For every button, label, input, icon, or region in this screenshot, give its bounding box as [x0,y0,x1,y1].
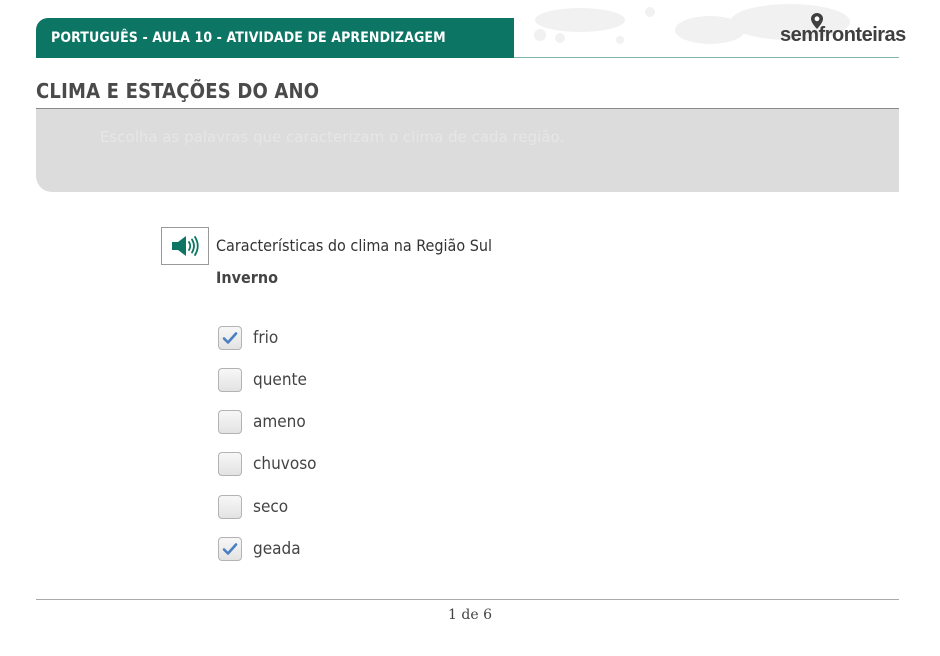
option-frio[interactable]: frio [218,325,518,351]
lesson-title-bar: PORTUGUÊS - AULA 10 - ATIVIDADE DE APREN… [36,18,514,58]
option-label: geada [253,539,301,559]
option-label: quente [253,370,307,390]
checkmark-icon [222,332,238,344]
option-ameno[interactable]: ameno [218,409,518,435]
footer-divider [36,599,899,600]
logo-text: semfronteiras [780,24,906,46]
question-season: Inverno [216,268,278,287]
brand-logo: semfronteiras [780,13,906,48]
checkbox-frio[interactable] [218,326,242,350]
question-label: Características do clima na Região Sul [216,236,492,255]
option-label: ameno [253,412,306,432]
checkbox-ameno[interactable] [218,410,242,434]
checkbox-chuvoso[interactable] [218,452,242,476]
page-title: CLIMA E ESTAÇÕES DO ANO [36,79,320,103]
checkbox-seco[interactable] [218,495,242,519]
option-seco[interactable]: seco [218,494,518,520]
option-label: chuvoso [253,454,317,474]
option-quente[interactable]: quente [218,367,518,393]
page-counter: 1 de 6 [448,607,492,623]
audio-play-button[interactable] [161,227,209,265]
checkmark-icon [222,543,238,555]
option-label: frio [253,328,279,348]
option-chuvoso[interactable]: chuvoso [218,451,518,477]
option-geada[interactable]: geada [218,536,518,562]
lesson-title: PORTUGUÊS - AULA 10 - ATIVIDADE DE APREN… [51,30,446,46]
instruction-text: Escolha as palavras que caracterizam o c… [100,128,565,146]
instruction-box: Escolha as palavras que caracterizam o c… [36,109,899,192]
option-label: seco [253,497,289,517]
checkbox-quente[interactable] [218,368,242,392]
speaker-icon [172,236,199,256]
checkbox-geada[interactable] [218,537,242,561]
header-divider [514,57,899,58]
